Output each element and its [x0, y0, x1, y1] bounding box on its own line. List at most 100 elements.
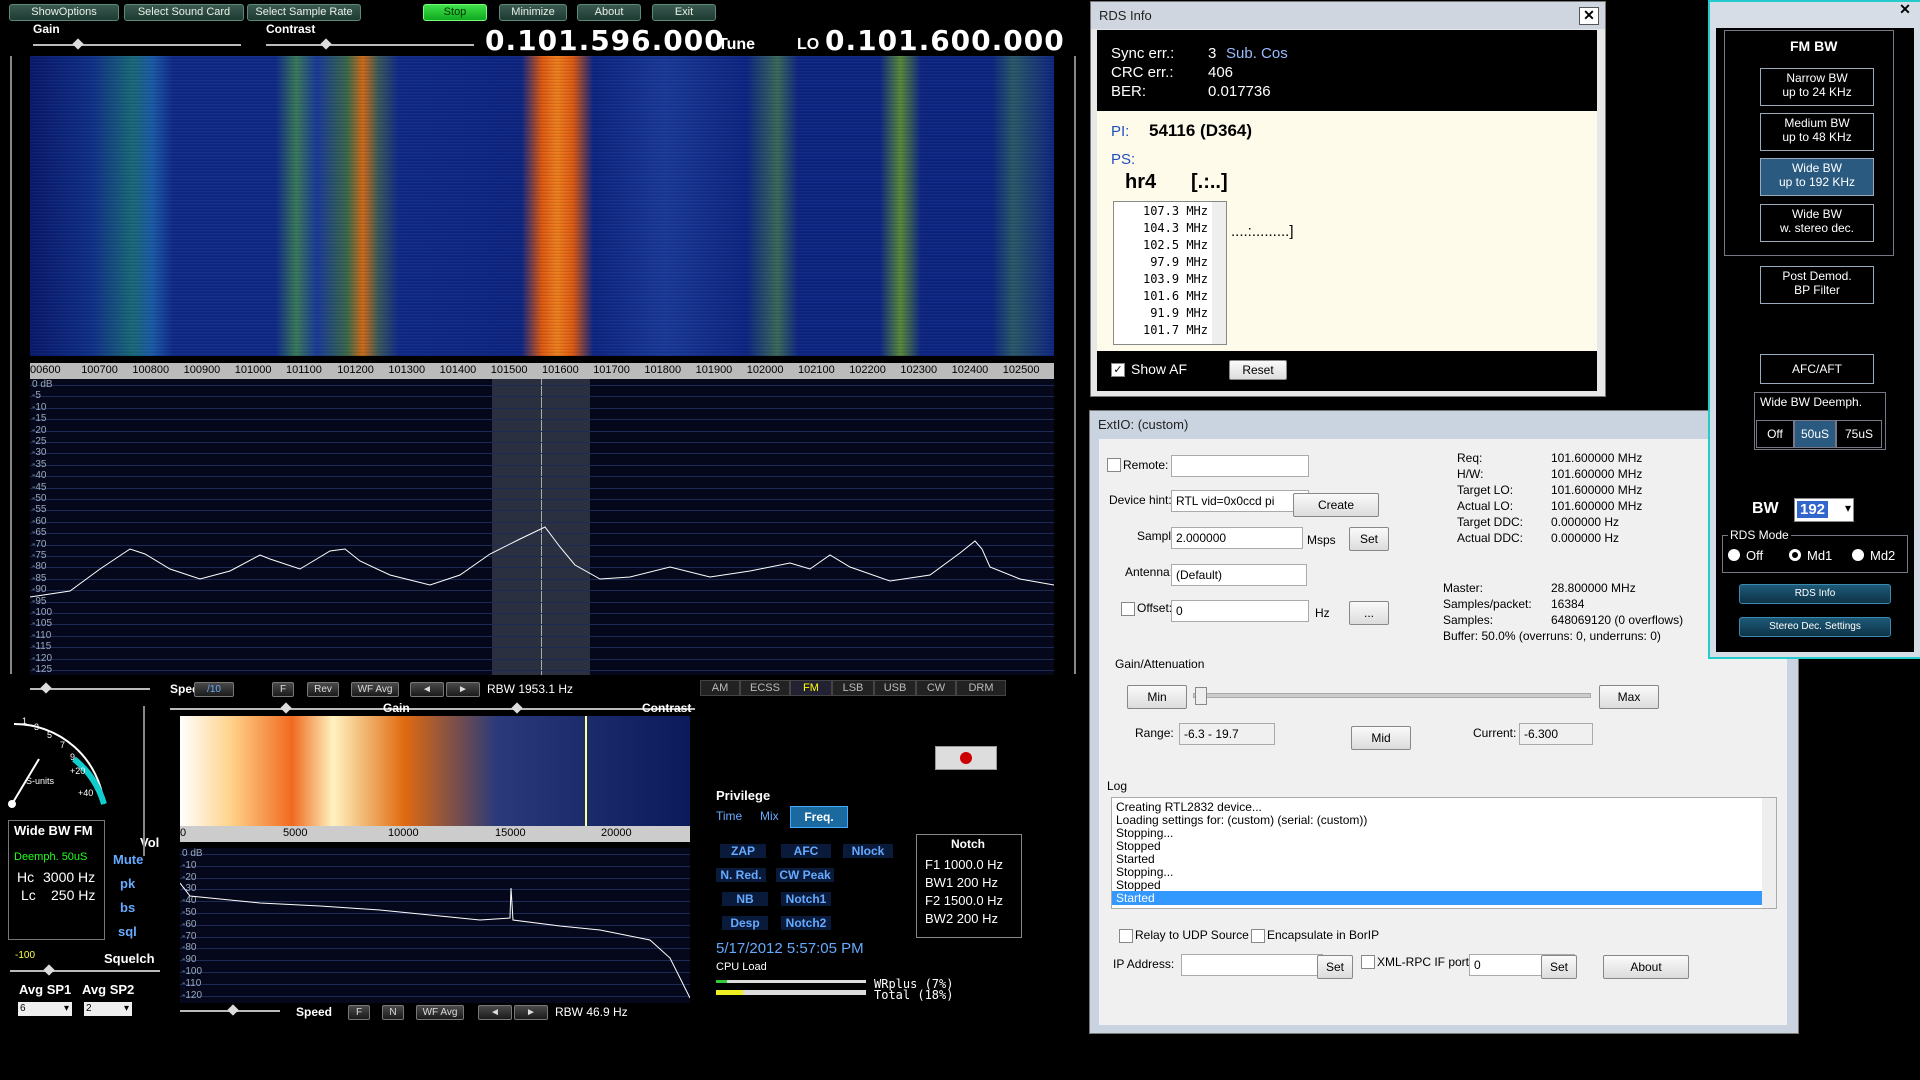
stop-button[interactable]: Stop: [423, 4, 487, 21]
nb-button[interactable]: NB: [722, 892, 768, 906]
log-item[interactable]: Stopping...: [1112, 865, 1764, 879]
close-icon[interactable]: ✕: [1894, 2, 1916, 18]
notch2-button[interactable]: Notch2: [781, 916, 831, 930]
mode-usb-button[interactable]: USB: [874, 680, 916, 696]
offset-checkbox[interactable]: [1121, 602, 1135, 616]
antenna-select[interactable]: (Default): [1171, 564, 1307, 586]
audio-contrast-knob[interactable]: [511, 702, 523, 714]
bs-button[interactable]: bs: [120, 900, 135, 915]
reset-button[interactable]: Reset: [1229, 360, 1287, 380]
af-list-item[interactable]: 91.9 MHz: [1122, 306, 1208, 320]
gain-mid-button[interactable]: Mid: [1351, 726, 1411, 750]
desp-button[interactable]: Desp: [722, 916, 768, 930]
create-button[interactable]: Create: [1293, 493, 1379, 517]
sql-button[interactable]: sql: [118, 924, 137, 939]
step-right-button[interactable]: ►: [446, 682, 480, 697]
div10-button[interactable]: /10: [194, 682, 234, 697]
contrast-slider-knob[interactable]: [320, 38, 332, 50]
main-waterfall[interactable]: [30, 56, 1054, 356]
af-list-item[interactable]: 104.3 MHz: [1122, 221, 1208, 235]
audio-gain-knob[interactable]: [280, 702, 292, 714]
audio-spectrum[interactable]: 0 dB -10 -20 -30 -40 -50 -60 -70 -80 -90 -100 -110-…: [180, 848, 690, 1003]
afc-button[interactable]: AFC: [781, 844, 831, 858]
rds-info-button[interactable]: RDS Info: [1739, 584, 1891, 604]
about-button[interactable]: About: [577, 4, 641, 21]
gain-slider-thumb[interactable]: [1195, 687, 1207, 705]
afc-aft-button[interactable]: AFC/AFT: [1760, 354, 1874, 384]
gain-slider-track[interactable]: [1193, 693, 1591, 698]
medium-bw-button[interactable]: Medium BW up to 48 KHz: [1760, 113, 1874, 151]
af-list-item[interactable]: 97.9 MHz: [1122, 255, 1208, 269]
select-sound-card-button[interactable]: Select Sound Card: [124, 4, 244, 21]
xml-rpc-set-button[interactable]: Set: [1541, 955, 1577, 979]
tab-time[interactable]: Time: [716, 809, 742, 823]
offset-more-button[interactable]: ...: [1349, 601, 1389, 625]
pk-button[interactable]: pk: [120, 876, 135, 891]
log-scrollbar[interactable]: [1762, 798, 1776, 908]
log-item[interactable]: Started: [1112, 852, 1764, 866]
minimize-button[interactable]: Minimize: [499, 4, 567, 21]
rds-off-radio[interactable]: [1728, 549, 1740, 561]
record-button[interactable]: [935, 746, 997, 770]
mode-fm-button[interactable]: FM: [790, 680, 832, 696]
tune-frequency[interactable]: 0.101.596.000: [485, 24, 725, 57]
select-sample-rate-button[interactable]: Select Sample Rate: [247, 4, 361, 21]
tab-mix[interactable]: Mix: [760, 809, 779, 823]
deemph-off-button[interactable]: Off: [1756, 420, 1794, 448]
log-item[interactable]: Stopping...: [1112, 826, 1764, 840]
speed-slider-knob[interactable]: [40, 682, 52, 694]
af-list-item[interactable]: 107.3 MHz: [1122, 204, 1208, 218]
remote-input[interactable]: [1171, 455, 1309, 477]
audio-step-right-button[interactable]: ►: [514, 1005, 548, 1020]
mode-selector[interactable]: AM ECSS FM LSB USB CW DRM: [700, 680, 1055, 696]
cw-peak-button[interactable]: CW Peak: [776, 868, 834, 882]
post-demod-filter-button[interactable]: Post Demod. BP Filter: [1760, 266, 1874, 304]
bw-select[interactable]: 192 ▾: [1794, 498, 1854, 522]
mode-cw-button[interactable]: CW: [916, 680, 956, 696]
wide-bw-button[interactable]: Wide BW up to 192 KHz: [1760, 158, 1874, 196]
lo-frequency[interactable]: 0.101.600.000: [825, 24, 1065, 57]
mode-drm-button[interactable]: DRM: [956, 680, 1006, 696]
left-vertical-slider[interactable]: [10, 56, 12, 674]
xml-rpc-checkbox[interactable]: [1361, 955, 1375, 969]
notch1-button[interactable]: Notch1: [781, 892, 831, 906]
right-vertical-slider[interactable]: [1074, 56, 1076, 674]
gain-slider[interactable]: [33, 44, 241, 46]
af-list-item[interactable]: 101.6 MHz: [1122, 289, 1208, 303]
log-item[interactable]: Loading settings for: (custom) (serial: …: [1112, 813, 1764, 827]
af-list-item[interactable]: 102.5 MHz: [1122, 238, 1208, 252]
ip-set-button[interactable]: Set: [1317, 955, 1353, 979]
f-button[interactable]: F: [272, 682, 294, 697]
device-hint-select[interactable]: RTL vid=0x0ccd pi: [1171, 490, 1309, 512]
rds-md1-radio[interactable]: [1789, 549, 1801, 561]
mode-lsb-button[interactable]: LSB: [832, 680, 874, 696]
frequency-axis[interactable]: 00600 100700 100800 100900 101000 101100 10120…: [30, 363, 1054, 379]
main-spectrum[interactable]: 0 dB -5 -10 -15 -20 -25 -30 -35 -40 -45 -50 -55 -60-…: [30, 379, 1054, 675]
log-item[interactable]: Creating RTL2832 device...: [1112, 800, 1764, 814]
avg-sp1-select[interactable]: 6 ▾: [18, 1002, 72, 1016]
zap-button[interactable]: ZAP: [720, 844, 766, 858]
encapsulate-borip-checkbox[interactable]: [1251, 929, 1265, 943]
ip-address-input[interactable]: [1181, 954, 1323, 976]
show-options-button[interactable]: ShowOptions: [9, 4, 119, 21]
deemph-75us-button[interactable]: 75uS: [1836, 420, 1882, 448]
audio-n-button[interactable]: N: [382, 1005, 404, 1020]
deemph-50us-button[interactable]: 50uS: [1794, 420, 1836, 448]
log-item[interactable]: Started: [1112, 891, 1764, 905]
gain-slider-knob[interactable]: [72, 38, 84, 50]
sample-rate-select[interactable]: 2.000000: [1171, 527, 1303, 549]
squelch-slider[interactable]: [10, 970, 160, 972]
stereo-dec-settings-button[interactable]: Stereo Dec. Settings: [1739, 617, 1891, 637]
relay-udp-checkbox[interactable]: [1119, 929, 1133, 943]
contrast-slider[interactable]: [266, 44, 474, 46]
af-scrollbar[interactable]: [1212, 202, 1226, 344]
log-item[interactable]: Stopped: [1112, 839, 1764, 853]
wf-avg-button[interactable]: WF Avg: [351, 682, 399, 697]
audio-gain-slider[interactable]: [170, 708, 695, 710]
log-item[interactable]: Stopped: [1112, 878, 1764, 892]
extio-about-button[interactable]: About: [1603, 955, 1689, 979]
offset-input[interactable]: 0: [1171, 600, 1309, 622]
audio-speed-knob[interactable]: [227, 1004, 239, 1016]
noise-reduction-button[interactable]: N. Red.: [716, 868, 766, 882]
narrow-bw-button[interactable]: Narrow BW up to 24 KHz: [1760, 68, 1874, 106]
